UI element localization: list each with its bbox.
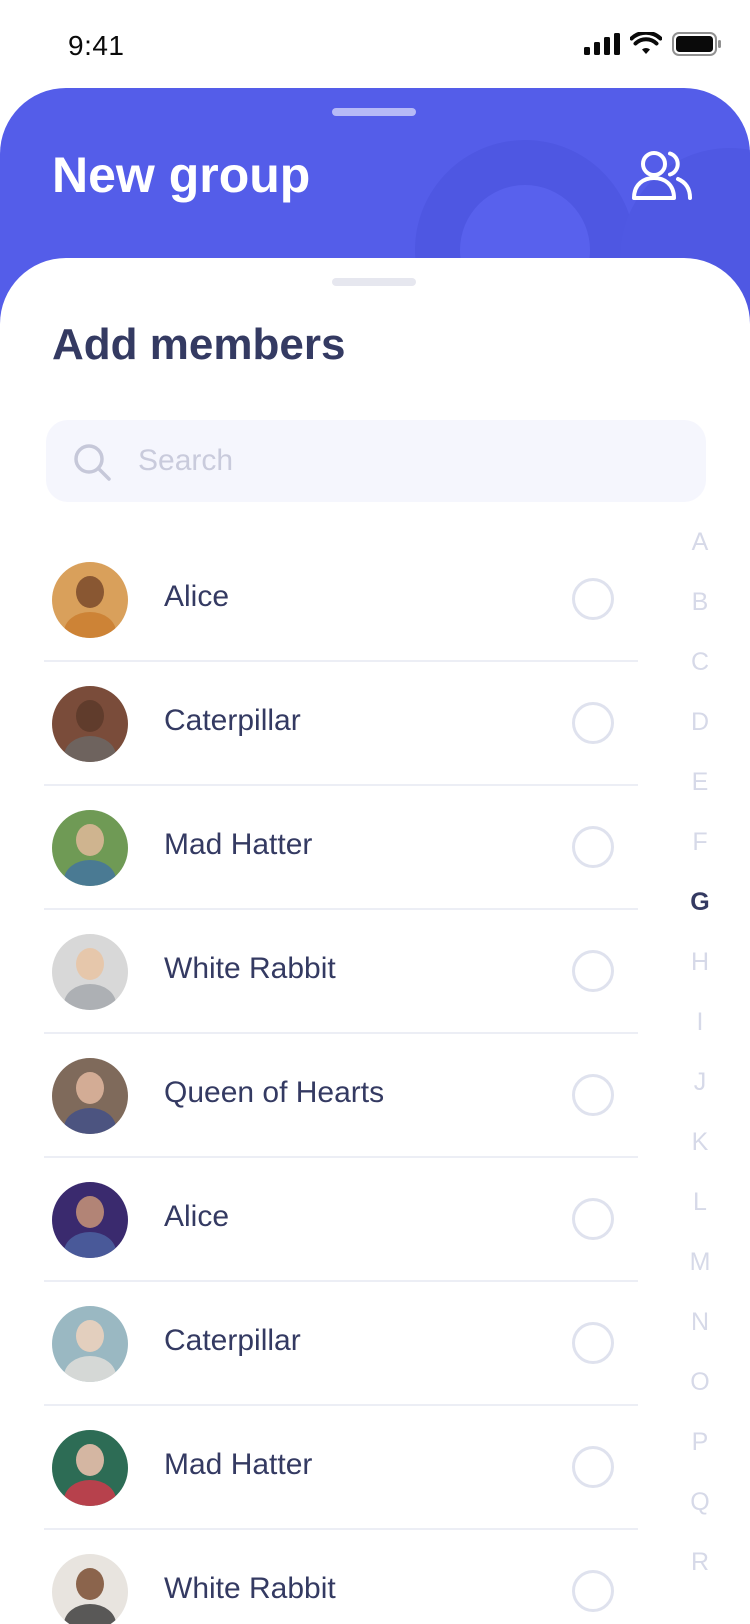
status-time: 9:41: [68, 30, 125, 61]
select-radio-button[interactable]: [572, 1446, 614, 1488]
alphabet-index-letter[interactable]: C: [680, 632, 720, 692]
contact-row[interactable]: Alice: [44, 538, 638, 662]
alphabet-index-letter[interactable]: M: [680, 1232, 720, 1292]
alphabet-index-letter[interactable]: E: [680, 752, 720, 812]
contact-name: White Rabbit: [164, 1572, 336, 1605]
alphabet-index[interactable]: ABCDEFGHIJKLMNOPQR: [680, 512, 720, 1592]
search-bar[interactable]: [46, 420, 706, 502]
screen: 9:41 New group Add members Search Alice …: [0, 0, 750, 1624]
avatar-body: [64, 736, 116, 762]
contact-row[interactable]: Mad Hatter: [44, 786, 638, 910]
contact-row[interactable]: Queen of Hearts: [44, 1034, 638, 1158]
status-icons: [584, 32, 722, 56]
contact-row[interactable]: Caterpillar: [44, 1282, 638, 1406]
avatar: [52, 686, 128, 762]
avatar-face: [76, 1444, 104, 1476]
avatar-face: [76, 1072, 104, 1104]
select-radio-button[interactable]: [572, 1074, 614, 1116]
header-drag-handle[interactable]: [332, 108, 416, 116]
alphabet-index-letter[interactable]: R: [680, 1532, 720, 1592]
avatar: [52, 1430, 128, 1506]
contact-row[interactable]: White Rabbit: [44, 910, 638, 1034]
select-radio-button[interactable]: [572, 1322, 614, 1364]
alphabet-index-letter[interactable]: Q: [680, 1472, 720, 1532]
select-radio-button[interactable]: [572, 950, 614, 992]
contact-name: White Rabbit: [164, 952, 336, 985]
alphabet-index-letter[interactable]: F: [680, 812, 720, 872]
avatar-body: [64, 1356, 116, 1382]
battery-icon: [672, 32, 721, 56]
avatar: [52, 1058, 128, 1134]
avatar-body: [64, 1108, 116, 1134]
alphabet-index-letter[interactable]: B: [680, 572, 720, 632]
cellular-signal-icon: [584, 33, 620, 55]
select-radio-button[interactable]: [572, 826, 614, 868]
avatar-face: [76, 576, 104, 608]
contact-row[interactable]: Caterpillar: [44, 662, 638, 786]
contact-name: Caterpillar: [164, 1324, 301, 1357]
avatar-body: [64, 1604, 116, 1624]
avatar-body: [64, 612, 116, 638]
status-bar: 9:41: [0, 0, 750, 92]
alphabet-index-letter[interactable]: L: [680, 1172, 720, 1232]
avatar-body: [64, 984, 116, 1010]
contact-row[interactable]: Mad Hatter: [44, 1406, 638, 1530]
avatar-face: [76, 1320, 104, 1352]
avatar: [52, 934, 128, 1010]
select-radio-button[interactable]: [572, 1198, 614, 1240]
avatar: [52, 1554, 128, 1624]
search-icon: [74, 444, 111, 481]
avatar: [52, 562, 128, 638]
contact-name: Mad Hatter: [164, 1448, 313, 1481]
alphabet-index-letter[interactable]: D: [680, 692, 720, 752]
contact-name: Caterpillar: [164, 704, 301, 737]
sheet-drag-handle[interactable]: [332, 278, 416, 286]
contact-list: Alice Caterpillar Mad Hatter White Rabbit Qu…: [44, 538, 638, 1624]
avatar: [52, 1306, 128, 1382]
contact-row[interactable]: White Rabbit: [44, 1530, 638, 1624]
alphabet-index-letter[interactable]: A: [680, 512, 720, 572]
alphabet-index-letter[interactable]: I: [680, 992, 720, 1052]
avatar-face: [76, 824, 104, 856]
alphabet-index-letter[interactable]: O: [680, 1352, 720, 1412]
select-radio-button[interactable]: [572, 1570, 614, 1612]
alphabet-index-letter[interactable]: J: [680, 1052, 720, 1112]
contact-name: Queen of Hearts: [164, 1076, 385, 1109]
contact-name: Alice: [164, 1200, 230, 1233]
avatar: [52, 1182, 128, 1258]
avatar-face: [76, 1568, 104, 1600]
alphabet-index-letter[interactable]: H: [680, 932, 720, 992]
avatar-face: [76, 700, 104, 732]
search-input[interactable]: [138, 420, 678, 502]
alphabet-index-letter[interactable]: G: [680, 872, 720, 932]
avatar-body: [64, 860, 116, 886]
wifi-icon: [630, 32, 662, 54]
group-icon[interactable]: [630, 148, 694, 204]
select-radio-button[interactable]: [572, 702, 614, 744]
contact-name: Mad Hatter: [164, 828, 313, 861]
members-sheet: Add members Alice Caterpillar Mad Hatter Wh…: [0, 258, 750, 1624]
section-title: Add members: [52, 320, 346, 369]
avatar-body: [64, 1232, 116, 1258]
page-title: New group: [52, 147, 311, 203]
select-radio-button[interactable]: [572, 578, 614, 620]
avatar-face: [76, 1196, 104, 1228]
avatar-face: [76, 948, 104, 980]
contact-row[interactable]: Alice: [44, 1158, 638, 1282]
avatar: [52, 810, 128, 886]
avatar-body: [64, 1480, 116, 1506]
alphabet-index-letter[interactable]: P: [680, 1412, 720, 1472]
alphabet-index-letter[interactable]: K: [680, 1112, 720, 1172]
contact-name: Alice: [164, 580, 230, 613]
alphabet-index-letter[interactable]: N: [680, 1292, 720, 1352]
